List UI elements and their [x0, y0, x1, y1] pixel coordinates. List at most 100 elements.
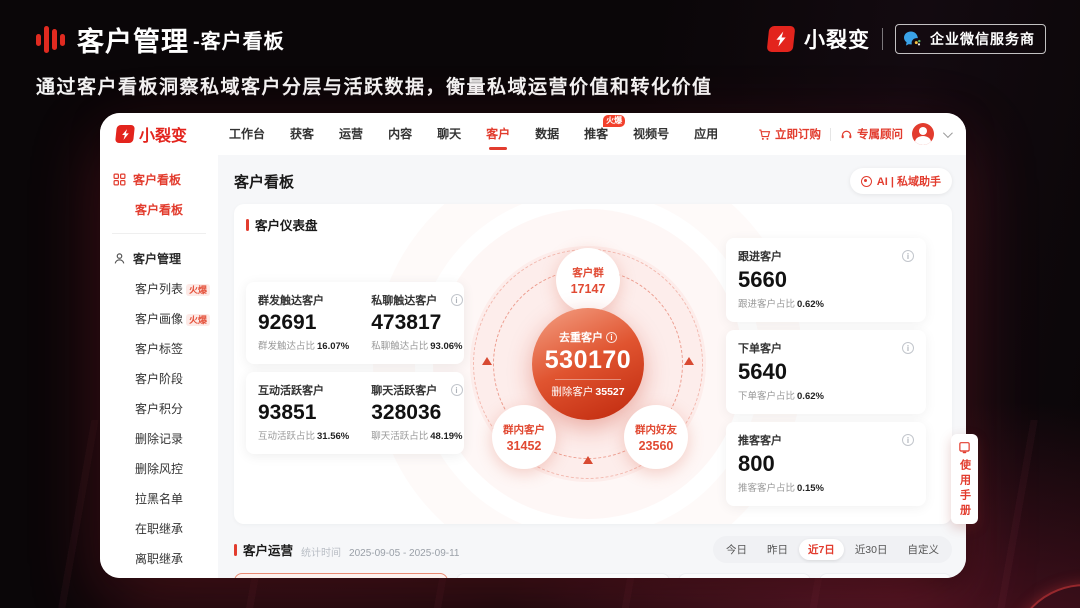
range-yesterday[interactable]: 昨日	[758, 539, 797, 560]
range-30days[interactable]: 近30日	[846, 539, 897, 560]
time-range: 2025-09-05 - 2025-09-11	[349, 548, 459, 559]
main-menu: 工作台 获客 运营 内容 聊天 客户 数据 推客火爆 视频号 应用	[229, 113, 718, 155]
info-icon[interactable]: i	[902, 434, 914, 446]
wecom-bubble-icon	[902, 29, 922, 49]
customer-dashboard-card: 客户仪表盘 群发触达客户 92691 群发触达占比16.07%	[234, 204, 952, 524]
menu-item-customer[interactable]: 客户	[486, 113, 510, 155]
customer-group-circle: 客户群 17147	[556, 248, 620, 312]
tab-chat-reach[interactable]: 私聊触达客户i	[333, 574, 447, 578]
tab-follow[interactable]: 跟进客户i	[679, 574, 810, 578]
sidebar-item-resign-inherit[interactable]: 离职继承	[135, 550, 218, 567]
app-logo-label: 小裂变	[139, 122, 187, 146]
range-7days[interactable]: 近7日	[799, 539, 844, 560]
menu-item-acquire[interactable]: 获客	[290, 113, 314, 155]
stat-interact-active: 互动活跃客户 93851 互动活跃占比31.56%	[258, 382, 349, 444]
book-icon	[958, 441, 971, 454]
stat-chat-reach: 私聊触达客户i 473817 私聊触达占比93.06%	[371, 292, 462, 354]
sidebar-item-customer-tag[interactable]: 客户标签	[135, 340, 218, 357]
lightning-logo-icon	[115, 125, 135, 143]
tab-group-delete: 删除客户i	[819, 573, 952, 578]
menu-item-content[interactable]: 内容	[388, 113, 412, 155]
hot-badge: 火爆	[186, 284, 210, 296]
lightning-logo-icon	[767, 26, 796, 52]
cart-icon	[758, 128, 771, 141]
sidebar-item-customer-points[interactable]: 客户积分	[135, 400, 218, 417]
user-manual-label: 使用手册	[957, 459, 973, 519]
user-manual-button[interactable]: 使用手册	[951, 434, 978, 524]
hot-badge: 火爆	[603, 115, 625, 127]
app-logo[interactable]: 小裂变	[116, 122, 187, 146]
ai-assistant-button[interactable]: AI | 私域助手	[850, 168, 952, 194]
brand-name: 小裂变	[804, 24, 870, 54]
sidebar-section-dashboard[interactable]: 客户看板	[113, 171, 218, 188]
sidebar-item-customer-profile[interactable]: 客户画像火爆	[135, 310, 218, 327]
ai-icon	[861, 176, 872, 187]
tab-delete[interactable]: 删除客户i	[820, 574, 951, 578]
sidebar-item-delete-risk[interactable]: 删除风控	[135, 460, 218, 477]
hero-subtitle: -客户看板	[193, 25, 285, 54]
advisor-button[interactable]: 专属顾问	[840, 126, 903, 142]
hero-title: 客户管理	[77, 20, 189, 59]
sidebar-item-customer-list[interactable]: 客户列表火爆	[135, 280, 218, 297]
headset-icon	[840, 128, 853, 141]
info-icon[interactable]: i	[606, 332, 617, 343]
menu-item-promoter[interactable]: 推客火爆	[584, 113, 608, 155]
tab-mass-reach[interactable]: 群发触达客户	[235, 574, 332, 578]
dashboard-section-title: 客户仪表盘	[246, 215, 318, 234]
hero-tagline: 通过客户看板洞察私域客户分层与活跃数据，衡量私域运营价值和转化价值	[36, 72, 713, 99]
menu-item-workbench[interactable]: 工作台	[229, 113, 265, 155]
brand-area: 小裂变 企业微信服务商	[768, 24, 1046, 54]
user-avatar[interactable]	[912, 123, 934, 145]
sidebar-divider	[112, 233, 206, 234]
top-navbar: 小裂变 工作台 获客 运营 内容 聊天 客户 数据 推客火爆 视频号 应用 立即…	[100, 113, 966, 155]
sidebar-item-blacklist[interactable]: 拉黑名单	[135, 490, 218, 507]
dedup-customer-circle: 去重客户i 530170 删除客户35527	[532, 308, 644, 420]
info-icon[interactable]: i	[451, 294, 463, 306]
chevron-down-icon[interactable]	[943, 128, 953, 138]
info-icon[interactable]: i	[902, 250, 914, 262]
sidebar-section-customer-mgmt[interactable]: 客户管理	[113, 250, 218, 267]
stat-mass-reach: 群发触达客户 92691 群发触达占比16.07%	[258, 292, 349, 354]
brand-divider	[882, 28, 883, 50]
hot-badge: 火爆	[186, 314, 210, 326]
tab-group-active: 互动活跃客户 聊天活跃客户i	[456, 573, 670, 578]
hero-header: 客户管理 -客户看板	[36, 20, 285, 59]
promoter-customer-card: 推客客户i 800 推客客户占比0.15%	[726, 422, 926, 506]
menu-item-operate[interactable]: 运营	[339, 113, 363, 155]
stat-chat-active: 聊天活跃客户i 328036 聊天活跃占比48.19%	[371, 382, 462, 444]
menu-item-chat[interactable]: 聊天	[437, 113, 461, 155]
divider	[830, 128, 831, 141]
sidebar-item-delete-record[interactable]: 删除记录	[135, 430, 218, 447]
sidebar-item-customer-board[interactable]: 客户看板	[135, 201, 218, 218]
sidebar-item-customer-stage[interactable]: 客户阶段	[135, 370, 218, 387]
active-stats-card: 互动活跃客户 93851 互动活跃占比31.56% 聊天活跃客户i 328036…	[246, 372, 464, 454]
sidebar-item-onjob-inherit[interactable]: 在职继承	[135, 520, 218, 537]
order-now-button[interactable]: 立即订购	[758, 126, 821, 142]
info-icon[interactable]: i	[451, 384, 463, 396]
menu-item-apps[interactable]: 应用	[694, 113, 718, 155]
tab-chat-active[interactable]: 聊天活跃客户i	[555, 574, 669, 578]
range-today[interactable]: 今日	[717, 539, 756, 560]
tab-group-follow: 跟进客户i	[678, 573, 811, 578]
in-group-customers-circle: 群内客户 31452	[492, 405, 556, 469]
app-window: 小裂变 工作台 获客 运营 内容 聊天 客户 数据 推客火爆 视频号 应用 立即…	[100, 113, 966, 578]
menu-item-video[interactable]: 视频号	[633, 113, 669, 155]
person-icon	[113, 252, 126, 265]
brand-badge-label: 企业微信服务商	[930, 29, 1035, 49]
reach-stats-card: 群发触达客户 92691 群发触达占比16.07% 私聊触达客户i 473817…	[246, 282, 464, 364]
menu-item-data[interactable]: 数据	[535, 113, 559, 155]
arrow-icon	[482, 357, 492, 365]
info-icon[interactable]: i	[902, 342, 914, 354]
dashboard-icon	[113, 173, 126, 186]
order-customer-card: 下单客户i 5640 下单客户占比0.62%	[726, 330, 926, 414]
operation-section-title: 客户运营	[234, 540, 293, 559]
navbar-right: 立即订购 专属顾问	[758, 123, 950, 145]
time-label: 统计时间	[301, 544, 341, 559]
tab-interact-active[interactable]: 互动活跃客户	[457, 574, 554, 578]
arrow-icon	[583, 456, 593, 464]
follow-customer-card: 跟进客户i 5660 跟进客户占比0.62%	[726, 238, 926, 322]
sidebar: 客户看板 客户看板 客户管理 客户列表火爆 客户画像火爆 客户标签 客户阶段 客…	[100, 155, 218, 578]
range-custom[interactable]: 自定义	[899, 539, 949, 560]
date-range-switcher: 今日 昨日 近7日 近30日 自定义	[713, 536, 952, 563]
operation-tabs: 群发触达客户 私聊触达客户i 互动活跃客户 聊天活跃客户i 跟进客户i 删除客户…	[234, 573, 952, 578]
